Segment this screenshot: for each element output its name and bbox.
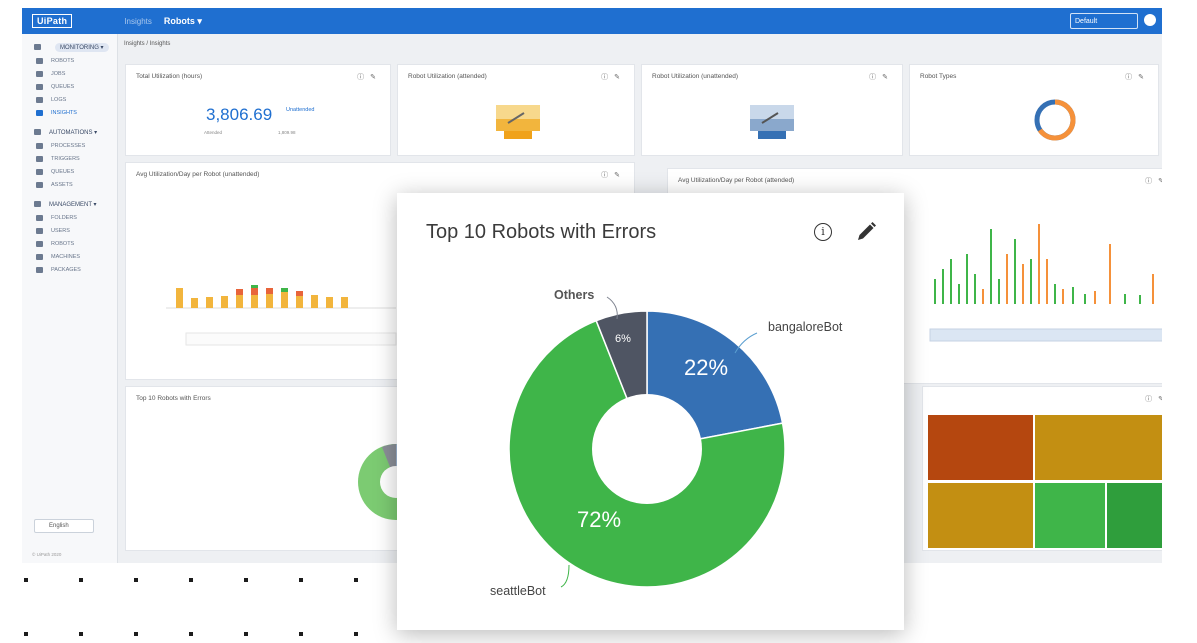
card-tools[interactable]: ⓘ✎ bbox=[357, 72, 382, 82]
total-utilization-label: Unattended bbox=[286, 107, 315, 113]
trigger-icon bbox=[36, 155, 43, 162]
dot bbox=[79, 578, 83, 582]
card-tools[interactable]: ⓘ✎ bbox=[1145, 176, 1162, 186]
sidebar-item-machines[interactable]: MACHINES bbox=[22, 250, 117, 263]
sidebar-item-queues[interactable]: QUEUES bbox=[22, 80, 117, 93]
errors-donut-chart bbox=[508, 296, 786, 588]
sidebar-item-logs[interactable]: LOGS bbox=[22, 93, 117, 106]
card-title: Robot Types bbox=[920, 73, 957, 80]
queue-icon bbox=[36, 83, 43, 90]
machine-icon bbox=[36, 253, 43, 260]
users-icon bbox=[36, 227, 43, 234]
card-tools[interactable]: ⓘ✎ bbox=[869, 72, 894, 82]
dot bbox=[134, 632, 138, 636]
card-total-utilization: Total Utilization (hours) ⓘ✎ 3,806.69 Un… bbox=[125, 64, 391, 156]
sidebar-group-management[interactable]: MANAGEMENT ▾ bbox=[22, 197, 117, 211]
dot bbox=[354, 632, 358, 636]
logs-icon bbox=[36, 96, 43, 103]
insights-icon bbox=[36, 109, 43, 116]
robot-icon bbox=[36, 240, 43, 247]
sidebar-item-robots[interactable]: ROBOTS bbox=[22, 54, 117, 67]
dot bbox=[299, 578, 303, 582]
donut-hole bbox=[592, 394, 702, 504]
sidebar-item-queues-2[interactable]: QUEUES bbox=[22, 165, 117, 178]
process-icon bbox=[36, 142, 43, 149]
asset-icon bbox=[36, 181, 43, 188]
sidebar-item-users[interactable]: USERS bbox=[22, 224, 117, 237]
sidebar-footer: © UiPath 2020 bbox=[32, 552, 62, 557]
queue-icon bbox=[36, 168, 43, 175]
card-bg-top-errors: Top 10 Robots with Errors bbox=[125, 386, 426, 551]
slice-value-seattlebot: 72% bbox=[577, 507, 622, 532]
card-tools[interactable]: ⓘ✎ bbox=[1145, 394, 1162, 404]
errors-treemap bbox=[928, 415, 1162, 548]
sidebar: MONITORING ▾ ROBOTS JOBS QUEUES LOGS INS… bbox=[22, 34, 118, 563]
sidebar-item-jobs[interactable]: JOBS bbox=[22, 67, 117, 80]
folder-icon bbox=[34, 129, 41, 135]
focus-card-top-errors: Top 10 Robots with Errors i 6% 22% 72% O… bbox=[397, 193, 904, 630]
folder-icon bbox=[36, 214, 43, 221]
dot bbox=[354, 578, 358, 582]
attended-gauge bbox=[496, 105, 540, 139]
card-tools[interactable]: ⓘ✎ bbox=[601, 170, 626, 180]
dot bbox=[24, 578, 28, 582]
help-icon[interactable] bbox=[1144, 14, 1156, 26]
slice-value-others: 6% bbox=[615, 333, 631, 345]
dot bbox=[299, 632, 303, 636]
slice-label-bangalorebot: bangaloreBot bbox=[768, 320, 843, 334]
card-robot-types: Robot Types ⓘ✎ bbox=[909, 64, 1159, 156]
nav-breadcrumb-insights[interactable]: Insights bbox=[124, 17, 152, 26]
robot-types-donut bbox=[1034, 99, 1076, 141]
robot-icon bbox=[36, 57, 43, 64]
nav-breadcrumb-robots[interactable]: Robots ▾ bbox=[164, 16, 202, 27]
slice-label-others: Others bbox=[554, 288, 595, 302]
package-icon bbox=[36, 266, 43, 273]
card-title: Total Utilization (hours) bbox=[136, 73, 203, 80]
sidebar-item-triggers[interactable]: TRIGGERS bbox=[22, 152, 117, 165]
jobs-icon bbox=[36, 70, 43, 77]
tenant-selector[interactable]: Default bbox=[1070, 13, 1138, 29]
card-title: Top 10 Robots with Errors bbox=[136, 395, 211, 402]
card-title: Avg Utilization/Day per Robot (unattende… bbox=[136, 171, 260, 178]
card-robot-util-attended: Robot Utilization (attended) ⓘ✎ bbox=[397, 64, 635, 156]
total-utilization-value: 3,806.69 bbox=[206, 105, 273, 124]
slice-label-seattlebot: seattleBot bbox=[490, 584, 546, 598]
sidebar-item-processes[interactable]: PROCESSES bbox=[22, 139, 117, 152]
card-robot-util-unattended: Robot Utilization (unattended) ⓘ✎ bbox=[641, 64, 903, 156]
card-title: Avg Utilization/Day per Robot (attended) bbox=[678, 177, 795, 184]
sidebar-item-assets[interactable]: ASSETS bbox=[22, 178, 117, 191]
card-title: Robot Utilization (unattended) bbox=[652, 73, 738, 80]
sidebar-group-automations[interactable]: AUTOMATIONS ▾ bbox=[22, 125, 117, 139]
settings-icon bbox=[34, 201, 41, 207]
language-select[interactable]: English bbox=[34, 519, 94, 533]
sidebar-item-robots-mgmt[interactable]: ROBOTS bbox=[22, 237, 117, 250]
card-treemap: ⓘ✎ bbox=[922, 386, 1162, 551]
dot bbox=[244, 578, 248, 582]
page-breadcrumb: Insights / Insights bbox=[124, 41, 171, 47]
uipath-logo[interactable]: UiPath bbox=[32, 14, 73, 28]
sidebar-item-folders[interactable]: FOLDERS bbox=[22, 211, 117, 224]
avg-attended-bars bbox=[929, 224, 1162, 342]
sidebar-group-monitoring[interactable]: MONITORING ▾ bbox=[22, 40, 117, 54]
dot bbox=[244, 632, 248, 636]
card-tools[interactable]: ⓘ✎ bbox=[601, 72, 626, 82]
dot bbox=[189, 578, 193, 582]
leader-line-seattlebot bbox=[560, 564, 570, 588]
slice-value-bangalorebot: 22% bbox=[684, 355, 729, 380]
top-nav-bar: UiPath Insights Robots ▾ Default bbox=[22, 8, 1162, 34]
sidebar-item-insights[interactable]: INSIGHTS bbox=[22, 106, 117, 119]
attended-label: Attended bbox=[204, 130, 223, 135]
dot bbox=[24, 632, 28, 636]
card-title: Robot Utilization (attended) bbox=[408, 73, 487, 80]
card-tools[interactable]: ⓘ✎ bbox=[1125, 72, 1150, 82]
sidebar-item-packages[interactable]: PACKAGES bbox=[22, 263, 117, 276]
attended-value: 1,809.98 bbox=[278, 130, 296, 135]
avg-unattended-bars bbox=[166, 285, 397, 346]
monitor-icon bbox=[34, 44, 41, 50]
unattended-gauge bbox=[750, 105, 794, 139]
dot bbox=[79, 632, 83, 636]
dot bbox=[134, 578, 138, 582]
dot bbox=[189, 632, 193, 636]
